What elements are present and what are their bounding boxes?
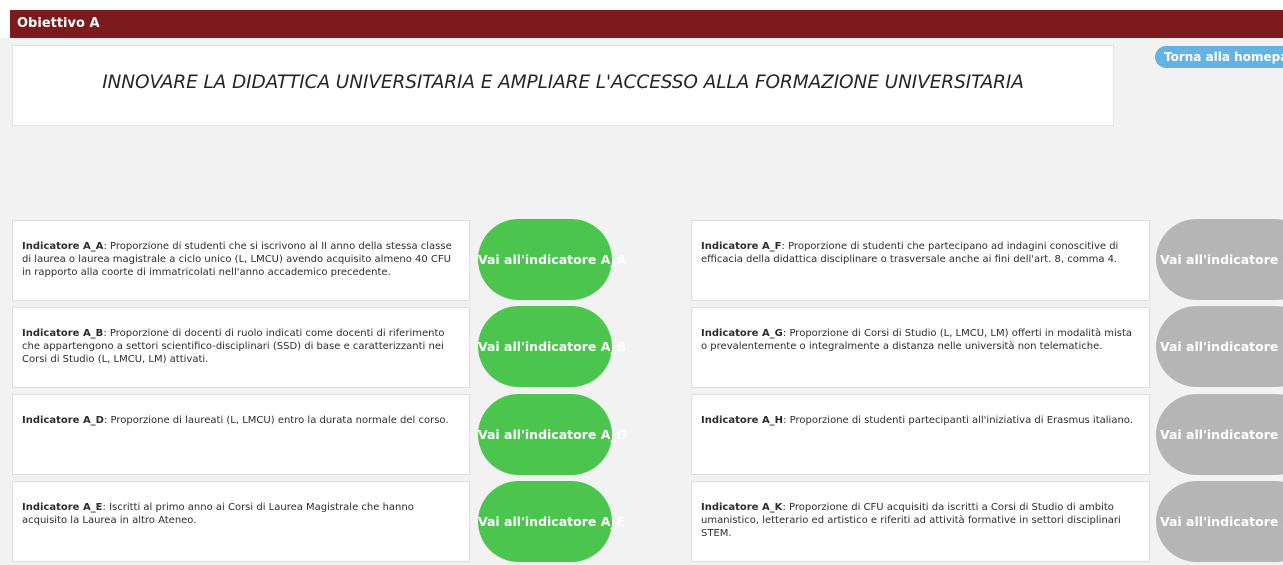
objective-panel: INNOVARE LA DIDATTICA UNIVERSITARIA E AM… [12,45,1114,126]
go-indicator-a-k-button[interactable]: Vai all'indicatore A_K [1156,481,1283,562]
indicator-card-a-f: Indicatore A_F: Proporzione di studenti … [691,220,1150,301]
indicator-name: Indicatore A_D [22,415,104,426]
back-to-homepage-button[interactable]: Torna alla homepage [1155,46,1283,68]
go-indicator-a-h-button[interactable]: Vai all'indicatore A_H [1156,394,1283,475]
indicator-name: Indicatore A_H [701,415,784,426]
indicator-name: Indicatore A_E [22,502,103,513]
go-indicator-a-e-button[interactable]: Vai all'indicatore A_E [478,481,625,562]
indicator-card-a-g: Indicatore A_G: Proporzione di Corsi di … [691,307,1150,388]
indicator-card-a-a: Indicatore A_A: Proporzione di studenti … [12,220,470,301]
indicator-name: Indicatore A_B [22,328,104,339]
go-indicator-a-a-button[interactable]: Vai all'indicatore A_A [478,219,626,300]
indicator-name: Indicatore A_F [701,241,782,252]
section-title-bar: Obiettivo A [10,10,1283,38]
indicator-name: Indicatore A_K [701,502,783,513]
go-indicator-a-f-button[interactable]: Vai all'indicatore A_F [1156,219,1283,300]
indicator-description: : Proporzione di laureati (L, LMCU) entr… [104,415,449,426]
indicator-name: Indicatore A_A [22,241,104,252]
objective-title: INNOVARE LA DIDATTICA UNIVERSITARIA E AM… [102,72,1024,93]
indicator-card-a-d: Indicatore A_D: Proporzione di laureati … [12,394,470,475]
indicator-name: Indicatore A_G [701,328,783,339]
section-title: Obiettivo A [17,16,100,31]
indicator-card-a-h: Indicatore A_H: Proporzione di studenti … [691,394,1150,475]
go-indicator-a-b-button[interactable]: Vai all'indicatore A_B [478,306,626,387]
indicator-description: : Proporzione di studenti partecipanti a… [783,415,1133,426]
indicator-card-a-e: Indicatore A_E: Iscritti al primo anno a… [12,481,470,562]
go-indicator-a-d-button[interactable]: Vai all'indicatore A_D [478,394,627,475]
go-indicator-a-g-button[interactable]: Vai all'indicatore A_G [1156,306,1283,387]
indicator-card-a-k: Indicatore A_K: Proporzione di CFU acqui… [691,481,1150,562]
indicator-card-a-b: Indicatore A_B: Proporzione di docenti d… [12,307,470,388]
